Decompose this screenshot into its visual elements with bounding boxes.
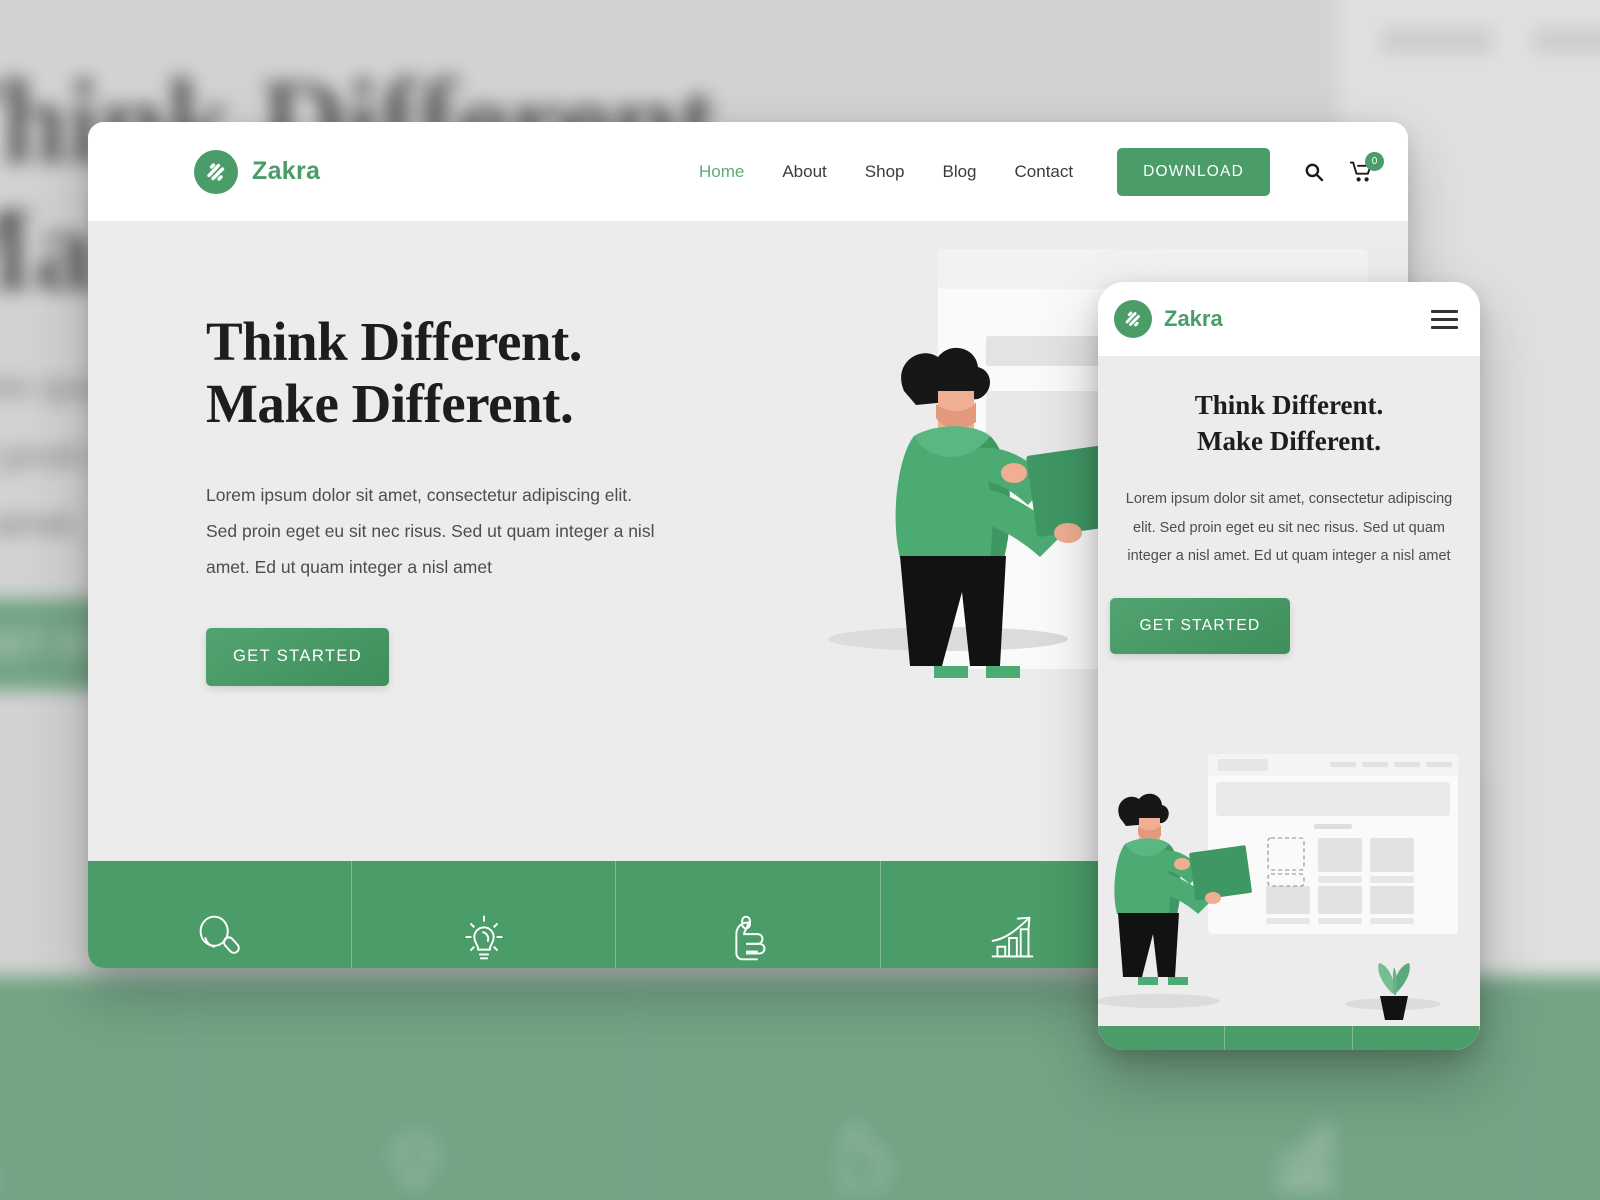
phone-illustration — [1098, 746, 1480, 1046]
phone-feature-cell — [1225, 1026, 1353, 1050]
feature-item-research[interactable]: RESEARCH — [88, 861, 353, 969]
burger-bar — [1431, 309, 1458, 313]
brand-name: Zakra — [1164, 306, 1223, 331]
background-nav-placeholder — [1380, 27, 1600, 54]
hamburger-menu-icon[interactable] — [1431, 309, 1458, 329]
thumbs-up-icon — [717, 907, 779, 969]
cart-count-badge: 0 — [1365, 151, 1384, 171]
nav-icon-group: 0 — [1304, 151, 1384, 183]
hero-paragraph: Lorem ipsum dolor sit amet, consectetur … — [206, 485, 655, 577]
cart-icon[interactable]: 0 — [1350, 151, 1384, 183]
get-started-button[interactable]: GET STARTED — [206, 627, 389, 686]
search-icon[interactable] — [1304, 162, 1324, 182]
brand-name: Zakra — [252, 157, 321, 185]
magnifier-icon — [189, 907, 251, 969]
phone-feature-cell — [1353, 1026, 1480, 1050]
phone-page-title: Think Different. Make Different. — [1098, 388, 1480, 459]
feature-item-pixel-perfect[interactable]: PIXEL PERFECT — [616, 861, 881, 969]
phone-feature-cell — [1098, 1026, 1226, 1050]
phone-headline-line-2: Make Different. — [1197, 425, 1381, 456]
nav-item-contact[interactable]: Contact — [1015, 162, 1074, 182]
background-feature-cell — [193, 976, 638, 1200]
phone-get-started-button[interactable]: GET STARTED — [1110, 598, 1290, 655]
brand-logo[interactable]: Zakra — [194, 149, 321, 194]
hero-text-block: Think Different. Make Different. Lorem i… — [206, 311, 766, 686]
nav-item-shop[interactable]: Shop — [865, 162, 905, 182]
download-button[interactable]: DOWNLOAD — [1117, 147, 1270, 196]
phone-mockup-window: Zakra Think Different. Make Different. L… — [1098, 282, 1480, 1050]
nav-item-blog[interactable]: Blog — [942, 162, 976, 182]
page-title: Think Different. Make Different. — [206, 311, 766, 434]
headline-line-2: Make Different. — [206, 372, 574, 434]
background-feature-cell — [1527, 976, 1600, 1200]
nav-item-home[interactable]: Home — [699, 162, 744, 182]
bar-chart-growth-icon — [981, 907, 1043, 969]
primary-nav: Home About Shop Blog Contact — [699, 162, 1073, 182]
burger-bar — [1431, 325, 1458, 329]
phone-paragraph: Lorem ipsum dolor sit amet, consectetur … — [1125, 491, 1453, 564]
burger-bar — [1431, 317, 1458, 321]
phone-feature-strip — [1098, 1026, 1480, 1050]
phone-navbar: Zakra — [1098, 282, 1480, 356]
phone-hero-section: Think Different. Make Different. Lorem i… — [1098, 356, 1480, 1050]
zakra-logo-icon — [194, 149, 238, 194]
phone-headline-line-1: Think Different. — [1194, 390, 1384, 420]
background-feature-cell — [0, 976, 193, 1200]
nav-item-about[interactable]: About — [782, 162, 826, 182]
desktop-navbar: Zakra Home About Shop Blog Contact DOWNL… — [88, 122, 1408, 221]
background-feature-cell — [638, 976, 1083, 1200]
headline-line-1: Think Different. — [206, 311, 583, 372]
lightbulb-icon — [453, 907, 515, 969]
feature-item-ideas[interactable]: IDEAS — [352, 861, 617, 969]
zakra-logo-icon — [1114, 300, 1152, 338]
